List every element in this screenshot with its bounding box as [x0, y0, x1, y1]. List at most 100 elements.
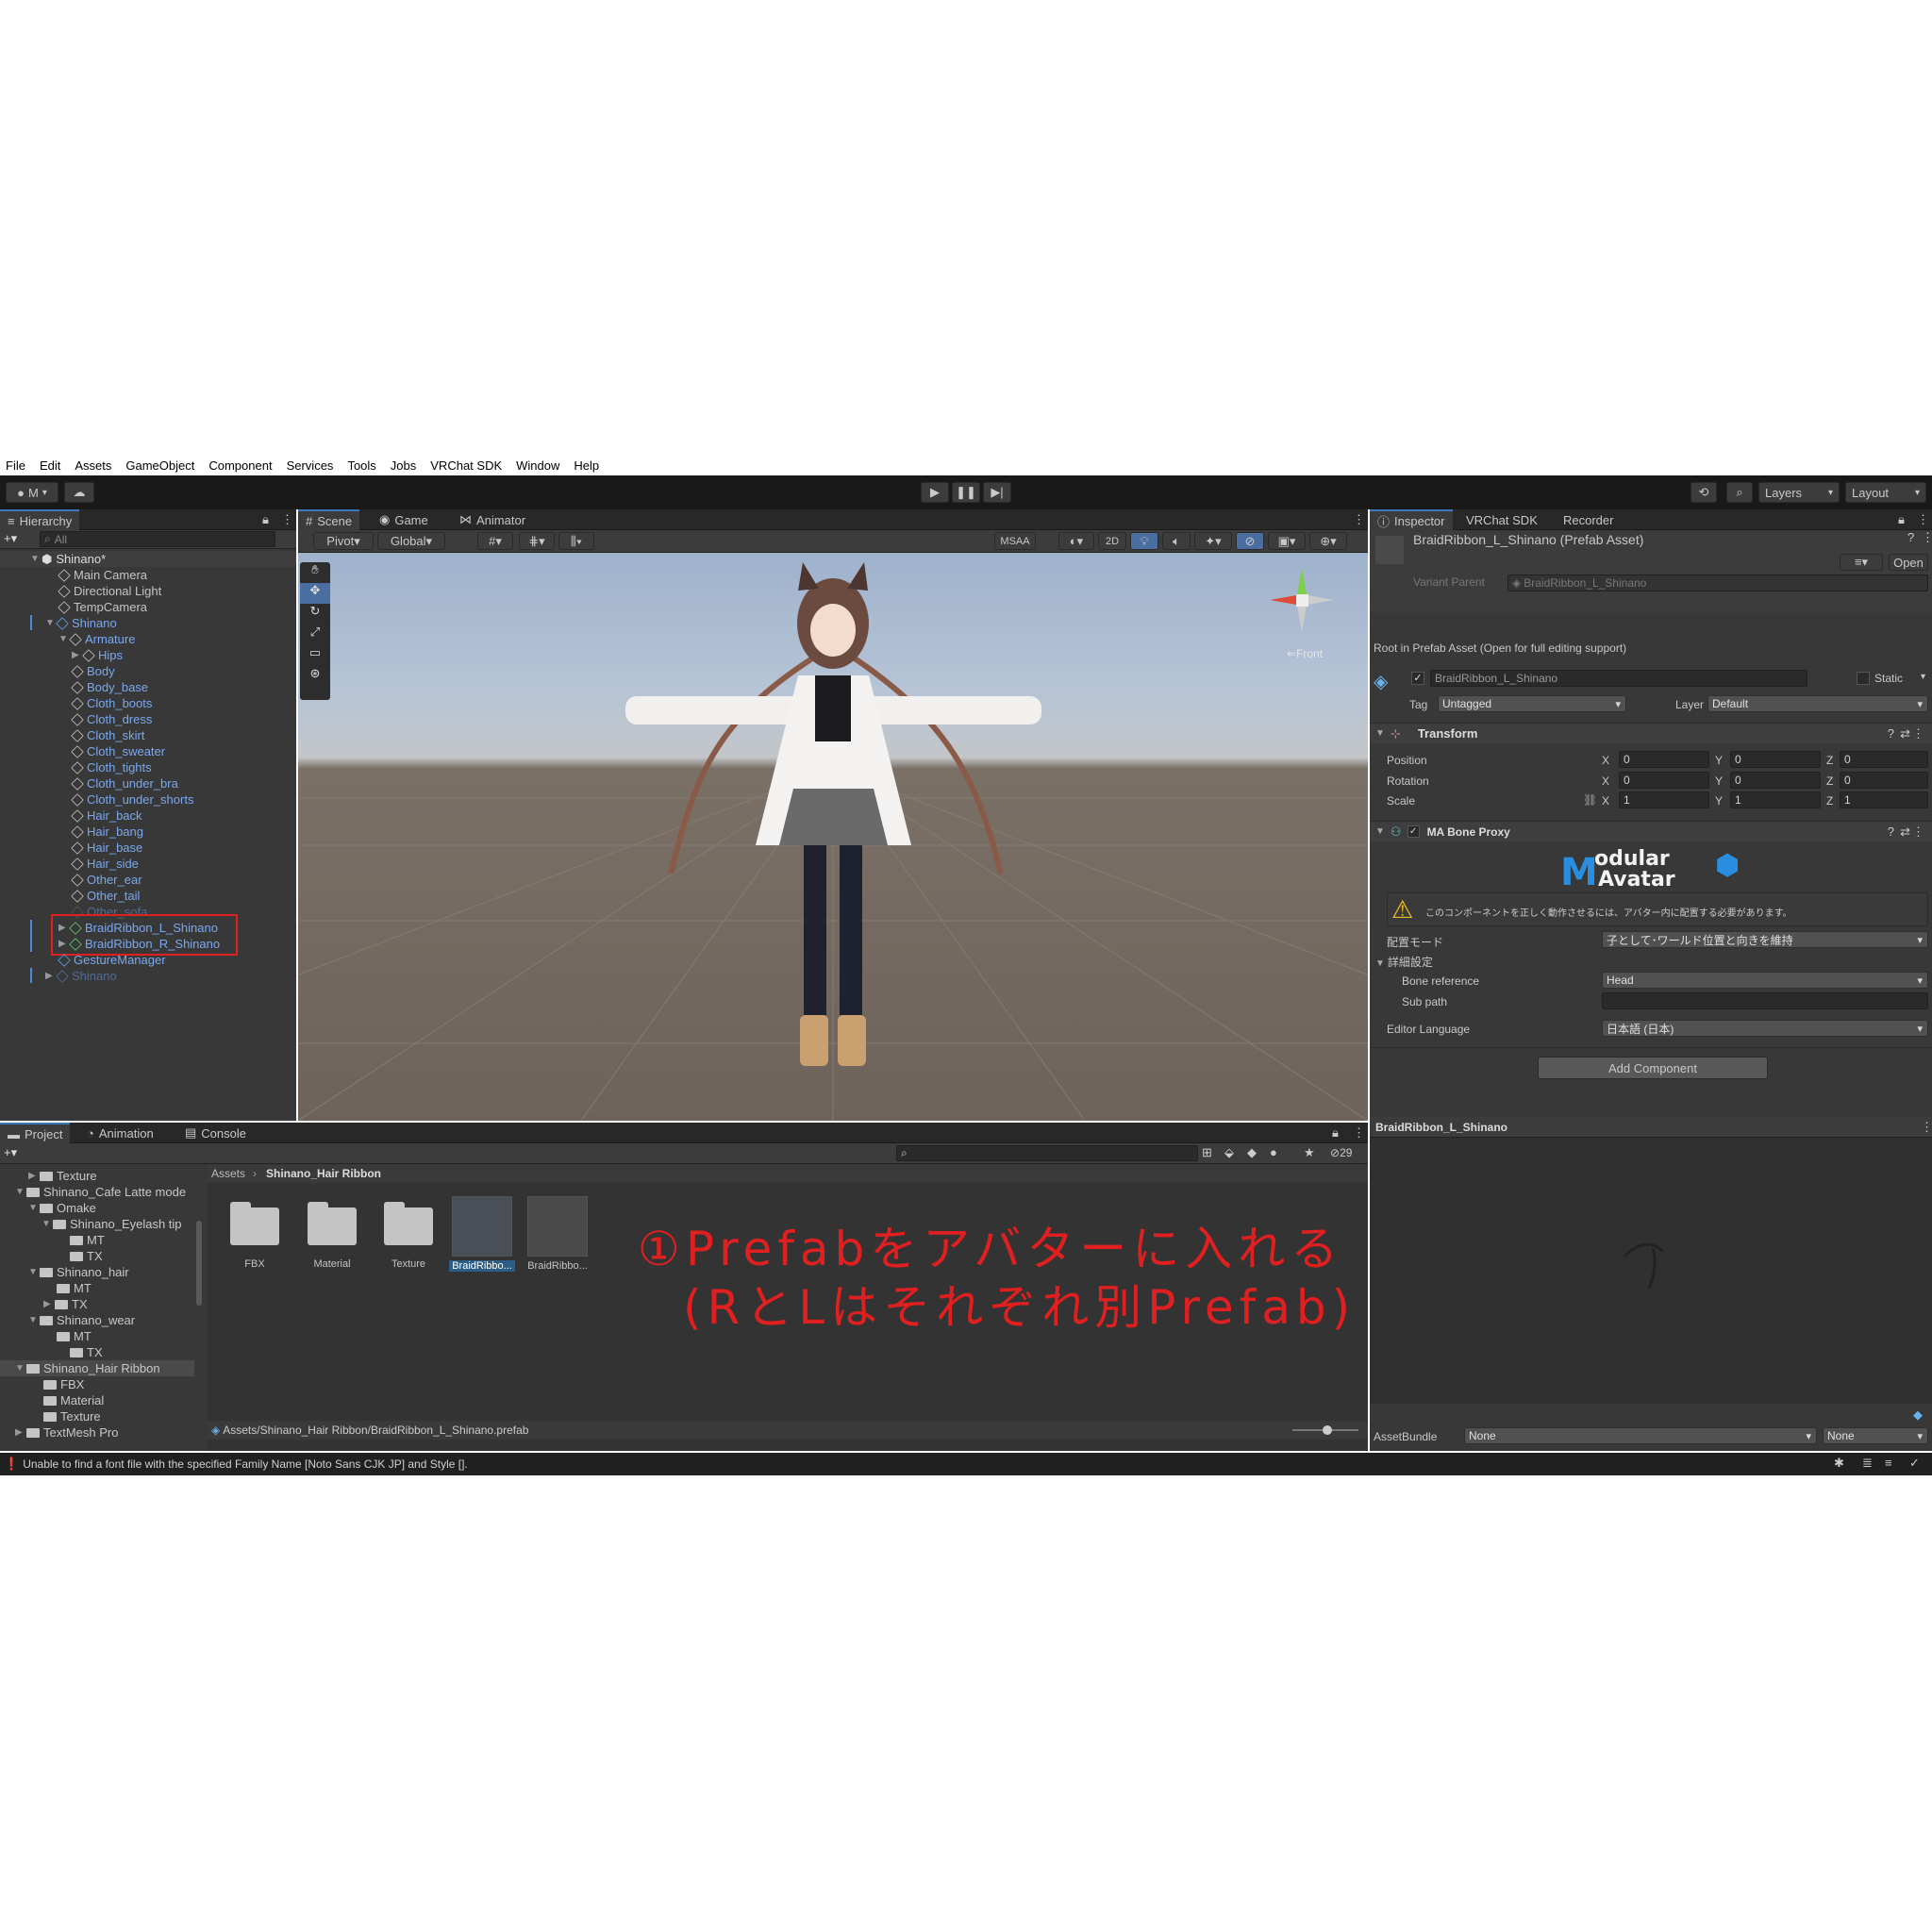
- list-item[interactable]: Directional Light: [58, 583, 161, 599]
- filter-label-icon[interactable]: ⬙: [1224, 1145, 1234, 1160]
- camera-icon[interactable]: ▣▾: [1268, 532, 1306, 550]
- link-icon[interactable]: ⛓: [1583, 793, 1597, 807]
- tab-hierarchy[interactable]: ≡ Hierarchy: [0, 509, 80, 530]
- list-item[interactable]: Cloth_tights: [71, 759, 152, 775]
- tree-item[interactable]: ▼ Omake: [28, 1200, 96, 1216]
- list-item[interactable]: Body: [71, 663, 115, 679]
- pause-button[interactable]: ❚❚: [952, 482, 980, 503]
- tree-item[interactable]: MT: [57, 1280, 92, 1296]
- progress-icon[interactable]: ≡: [1885, 1456, 1892, 1470]
- global-dropdown[interactable]: Global ▾: [377, 532, 445, 550]
- rotation-x-field[interactable]: 0: [1619, 772, 1709, 789]
- tree-item[interactable]: ▼ Shinano_Eyelash tip: [42, 1216, 182, 1232]
- step-button[interactable]: ▶|: [983, 482, 1011, 503]
- tree-item[interactable]: TX: [70, 1248, 103, 1264]
- asset-item-selected[interactable]: BraidRibbo...: [449, 1196, 515, 1272]
- hidden-objects-icon[interactable]: ⊘: [1236, 532, 1264, 550]
- check-icon[interactable]: ✓: [1909, 1456, 1920, 1471]
- tab-scene[interactable]: # Scene: [298, 509, 360, 530]
- menu-file[interactable]: File: [6, 458, 25, 473]
- tab-console[interactable]: ▤ Console: [177, 1123, 254, 1143]
- assetbundle-variant-dropdown[interactable]: None: [1823, 1427, 1928, 1444]
- open-button[interactable]: Open: [1889, 554, 1928, 571]
- list-item[interactable]: ▶ Shinano: [45, 968, 117, 984]
- 2d-toggle[interactable]: 2D: [1098, 532, 1126, 550]
- tree-item[interactable]: ▼ Shinano_hair: [28, 1264, 129, 1280]
- hand-tool-icon[interactable]: ✋︎: [300, 562, 330, 583]
- more-icon[interactable]: ⋮: [1921, 1120, 1932, 1135]
- list-item[interactable]: Other_ear: [71, 872, 142, 888]
- audio-icon[interactable]: 🔈︎: [1162, 532, 1191, 550]
- lock-icon[interactable]: 🔒︎: [1324, 1123, 1346, 1143]
- snap-increment-icon[interactable]: ⋕▾: [519, 532, 555, 550]
- tree-item[interactable]: ▶ Texture: [28, 1168, 97, 1184]
- more-icon[interactable]: ⋮: [1345, 509, 1373, 530]
- tree-scrollbar[interactable]: [196, 1221, 202, 1306]
- more-icon[interactable]: ⋮: [1909, 509, 1932, 530]
- active-checkbox[interactable]: ✓: [1411, 672, 1424, 685]
- menu-vrchat-sdk[interactable]: VRChat SDK: [430, 458, 502, 473]
- project-search-input[interactable]: ⌕: [896, 1145, 1198, 1161]
- more-icon[interactable]: ⋮: [1912, 726, 1924, 741]
- more-icon[interactable]: ⋮: [274, 509, 301, 530]
- shading-mode-icon[interactable]: ◐▾: [1058, 532, 1094, 550]
- tree-item[interactable]: Material: [43, 1392, 104, 1408]
- menu-help[interactable]: Help: [574, 458, 599, 473]
- bone-reference-dropdown[interactable]: Head: [1602, 972, 1928, 989]
- tab-vrchat-sdk[interactable]: VRChat SDK: [1458, 509, 1545, 530]
- tab-animation[interactable]: ◔ Animation: [79, 1123, 161, 1143]
- scale-z-field[interactable]: 1: [1840, 791, 1928, 808]
- scene-gizmo[interactable]: [1270, 568, 1336, 634]
- advanced-foldout[interactable]: ▼ 詳細設定: [1375, 954, 1433, 970]
- move-tool-icon[interactable]: ✥: [300, 583, 330, 604]
- help-icon[interactable]: ?: [1907, 530, 1914, 544]
- overrides-dropdown[interactable]: ≡▾: [1840, 554, 1883, 571]
- asset-item[interactable]: FBX: [225, 1202, 285, 1270]
- bug-icon[interactable]: ✱: [1834, 1456, 1844, 1471]
- list-item[interactable]: TempCamera: [58, 599, 147, 615]
- list-item[interactable]: ▼ Shinano: [45, 615, 117, 631]
- menu-edit[interactable]: Edit: [40, 458, 60, 473]
- scale-y-field[interactable]: 1: [1730, 791, 1821, 808]
- tree-item[interactable]: MT: [70, 1232, 105, 1248]
- bone-proxy-header[interactable]: ▼ ⚇ ✓ MA Bone Proxy ? ⇄ ⋮: [1370, 821, 1932, 841]
- layer-dropdown[interactable]: Default: [1707, 695, 1928, 712]
- asset-item[interactable]: Texture: [378, 1202, 439, 1270]
- list-item[interactable]: Hair_side: [71, 856, 139, 872]
- list-item[interactable]: GestureManager: [58, 952, 166, 968]
- list-item[interactable]: Other_tail: [71, 888, 140, 904]
- more-icon[interactable]: ⋮: [1912, 824, 1924, 840]
- layout-dropdown[interactable]: Layout ▾: [1845, 482, 1926, 503]
- transform-header[interactable]: ▼ ⊹ Transform ? ⇄ ⋮: [1370, 723, 1932, 743]
- menu-component[interactable]: Component: [208, 458, 272, 473]
- list-item[interactable]: Hair_back: [71, 808, 142, 824]
- add-component-button[interactable]: Add Component: [1538, 1057, 1768, 1079]
- help-icon[interactable]: ?: [1888, 726, 1894, 741]
- grid-visibility-icon[interactable]: ⫼▾: [558, 532, 594, 550]
- assetbundle-dropdown[interactable]: None: [1464, 1427, 1817, 1444]
- asset-item[interactable]: BraidRibbo...: [525, 1196, 591, 1272]
- list-item[interactable]: Cloth_under_bra: [71, 775, 178, 791]
- list-item[interactable]: ▶ Hips: [72, 647, 123, 663]
- tag-icon[interactable]: ◆: [1913, 1407, 1923, 1423]
- list-item[interactable]: Main Camera: [58, 567, 147, 583]
- tag-dropdown[interactable]: Untagged: [1438, 695, 1626, 712]
- list-item[interactable]: Body_base: [71, 679, 148, 695]
- tab-recorder[interactable]: Recorder: [1556, 509, 1621, 530]
- more-icon[interactable]: ⋮: [1345, 1123, 1373, 1143]
- tag-icon[interactable]: ◆: [1247, 1145, 1257, 1160]
- tree-item-selected[interactable]: ▼ Shinano_Hair Ribbon: [15, 1360, 160, 1376]
- rotation-z-field[interactable]: 0: [1840, 772, 1928, 789]
- scale-tool-icon[interactable]: ⤢: [300, 625, 330, 645]
- pivot-dropdown[interactable]: Pivot ▾: [313, 532, 374, 550]
- position-y-field[interactable]: 0: [1730, 751, 1821, 768]
- tree-item[interactable]: Texture: [43, 1408, 101, 1424]
- msaa-toggle[interactable]: MSAA: [994, 532, 1036, 550]
- chevron-down-icon[interactable]: ▾: [1921, 672, 1925, 682]
- status-message[interactable]: Unable to find a font file with the spec…: [23, 1457, 468, 1471]
- preview-viewport[interactable]: [1370, 1138, 1932, 1404]
- account-button[interactable]: ● M ▾: [6, 482, 58, 503]
- tree-item[interactable]: TX: [70, 1344, 103, 1360]
- position-x-field[interactable]: 0: [1619, 751, 1709, 768]
- scale-x-field[interactable]: 1: [1619, 791, 1709, 808]
